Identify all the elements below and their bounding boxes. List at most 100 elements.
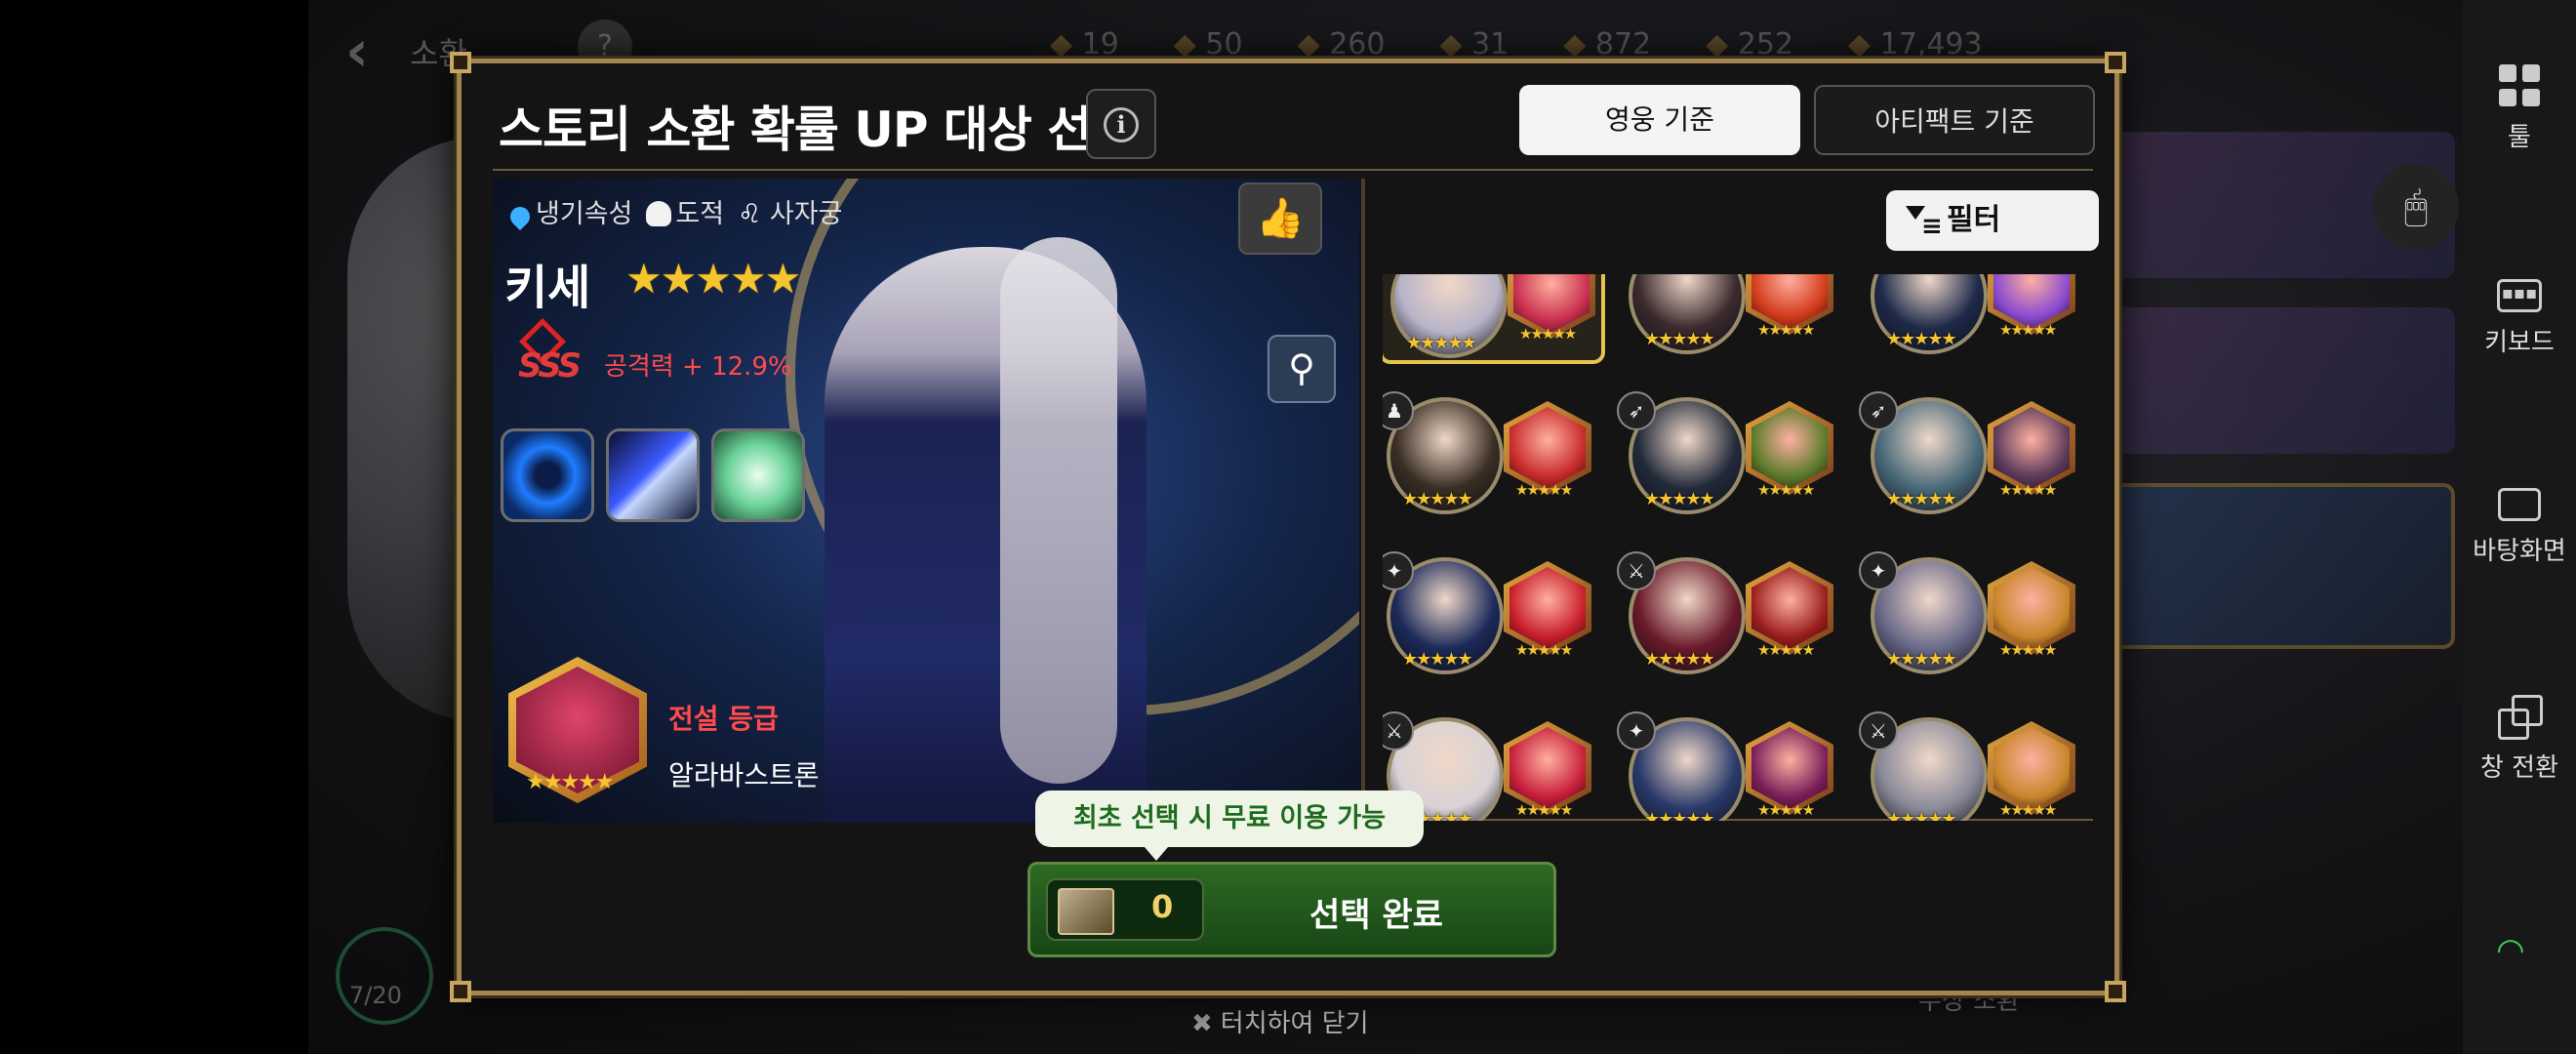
currency-value: 872 <box>1563 27 1651 61</box>
skill-2-icon[interactable] <box>606 428 700 522</box>
attribute-label: 냉기속성 <box>536 199 633 229</box>
skill-list <box>501 428 805 522</box>
leo-icon: ♌ <box>738 199 762 229</box>
hero-cell[interactable]: ⚔★★★★★★★★★★ <box>1621 274 1847 364</box>
confirm-selection-button[interactable]: 0 선택 완료 <box>1027 862 1556 957</box>
currency-value: 252 <box>1706 27 1793 61</box>
hero-cell[interactable]: ⚔ ★★★★★ ★★★★★ <box>1617 551 1847 684</box>
panel-divider <box>1361 179 1365 823</box>
hero-stars: ★★★★★ <box>1402 649 1473 669</box>
currency-value: 19 <box>1050 27 1119 61</box>
water-drop-icon <box>505 202 535 231</box>
book-icon <box>1058 888 1114 935</box>
class-icon: ✦ <box>1859 551 1898 590</box>
frame-corner <box>450 52 471 73</box>
hero-stars: ★★★★★ <box>1644 329 1715 349</box>
filter-button[interactable]: 필터 <box>1886 190 2099 257</box>
zoom-button[interactable]: ⚲ <box>1268 335 1336 403</box>
artifact-stars: ★★★★★ <box>1999 801 2057 819</box>
filter-icon <box>1906 196 1943 257</box>
divider <box>493 169 2093 171</box>
back-arrow-icon[interactable]: ‹ <box>345 18 369 84</box>
sidebar-item-desktop[interactable]: 바탕화면 <box>2463 488 2576 567</box>
class-icon: ✦ <box>1617 711 1656 750</box>
artifact-stars: ★★★★★ <box>1757 321 1815 339</box>
hero-stars: ★★★★★ <box>1886 809 1957 821</box>
window-switch-icon <box>2498 695 2543 740</box>
artifact-stars: ★★★★★ <box>1757 481 1815 499</box>
stat-bonus: 공격력 + 12.9% <box>604 352 792 382</box>
hero-stars: ★★★★★ <box>1402 489 1473 509</box>
hero-selection-grid: ♟★★★★★★★★★★⚔★★★★★★★★★★➶★★★★★★★★★★♟★★★★★★… <box>1383 274 2105 821</box>
skill-1-icon[interactable] <box>501 428 594 522</box>
hero-attributes: 냉기속성 도적 ♌ 사자궁 <box>505 192 842 231</box>
hero-stars: ★★★★★ <box>1644 649 1715 669</box>
thumbs-up-icon: 👍 <box>1256 196 1305 241</box>
background-banner <box>2104 307 2455 454</box>
attribute-zodiac: ♌ 사자궁 <box>738 192 842 230</box>
modal-title: 스토리 소환 확률 UP 대상 선택 <box>499 101 1136 158</box>
hero-showcase: 냉기속성 도적 ♌ 사자궁 키세 ★★★★★ SSS 공격력 + 12.9% ⚲… <box>493 179 1359 823</box>
hero-cell[interactable]: ♟ ★★★★★ ★★★★★ <box>1383 391 1605 524</box>
close-hint[interactable]: ✖ 터치하여 닫기 <box>1191 1003 1369 1039</box>
artifact-stars: ★★★★★ <box>1999 321 2057 339</box>
free-selection-tooltip: 최초 선택 시 무료 이용 가능 <box>1035 790 1424 861</box>
artifact-stars: ★★★★★ <box>1757 801 1815 819</box>
ticket-count: 0 <box>1151 888 1174 925</box>
frame-corner <box>2105 52 2126 73</box>
hero-cell[interactable]: ✦ ★★★★★ ★★★★★ <box>1617 711 1847 821</box>
mouse-mode-button[interactable]: 🖱 <box>2373 164 2459 250</box>
summon-counter-badge: 7/20 <box>336 927 433 1025</box>
mouse-icon: 🖱 <box>2404 184 2428 229</box>
hero-cell[interactable]: ⚔ ★★★★★ ★★★★★ <box>1859 711 2089 821</box>
hero-stars: ★★★★★ <box>1886 329 1957 349</box>
hero-name: 키세 <box>504 261 591 315</box>
wifi-icon: ◠ <box>2496 931 2525 970</box>
sidebar-item-label: 바탕화면 <box>2473 537 2566 566</box>
sidebar-item-window-switch[interactable]: 창 전환 <box>2463 695 2576 784</box>
artifact-stars: ★★★★★ <box>1515 641 1573 659</box>
hero-stars: ★★★★★ <box>1886 489 1957 509</box>
artifact-stars: ★★★★★ <box>1519 325 1577 343</box>
sidebar-item-keyboard[interactable]: ▪▪▪ 키보드 <box>2463 279 2576 358</box>
attribute-element: 냉기속성 <box>505 192 633 231</box>
attribute-label: 사자궁 <box>769 199 843 229</box>
info-button[interactable]: i <box>1086 89 1156 159</box>
hero-stars: ★★★★★ <box>1886 649 1957 669</box>
confirm-label: 선택 완료 <box>1309 896 1443 935</box>
class-icon: ➶ <box>1617 391 1656 430</box>
tab-artifact[interactable]: 아티팩트 기준 <box>1814 85 2095 155</box>
frame-corner <box>2105 981 2126 1002</box>
sidebar-item-label: 키보드 <box>2484 328 2555 357</box>
sidebar-item-label: 창 전환 <box>2479 753 2559 783</box>
class-icon: ⚔ <box>1617 551 1656 590</box>
filter-label: 필터 <box>1947 203 2001 237</box>
sidebar-item-tools[interactable]: 툴 <box>2463 64 2576 153</box>
artifact-stars: ★★★★★ <box>1757 641 1815 659</box>
artifact-name: 알라바스트론 <box>668 759 820 791</box>
tab-hero[interactable]: 영웅 기준 <box>1519 85 1800 155</box>
artifact-badge[interactable]: ★★★★★ <box>508 657 647 803</box>
background-banner-selected <box>2104 483 2455 649</box>
class-icon: ⚔ <box>1859 711 1898 750</box>
artifact-stars: ★★★★★ <box>526 770 615 794</box>
hero-cell[interactable]: ✦ ★★★★★ ★★★★★ <box>1383 551 1605 684</box>
skill-3-icon[interactable] <box>711 428 805 522</box>
hero-cell[interactable]: ✦ ★★★★★ ★★★★★ <box>1859 551 2089 684</box>
like-button[interactable]: 👍 <box>1238 182 1322 255</box>
artifact-stars: ★★★★★ <box>1999 481 2057 499</box>
grade-label: SSS <box>518 346 582 385</box>
currency-value: 50 <box>1174 27 1242 61</box>
currency-value: 17,493 <box>1848 27 1983 61</box>
hero-cell[interactable]: ➶★★★★★★★★★★ <box>1863 274 2089 364</box>
hero-hair-illustration <box>1000 237 1117 784</box>
currency-value: 31 <box>1439 27 1509 61</box>
thief-icon <box>646 201 672 226</box>
hero-cell[interactable]: ➶★★★★★★★★★★ <box>1617 391 1847 524</box>
ticket-counter: 0 <box>1046 878 1204 941</box>
hero-cell[interactable]: ➶★★★★★★★★★★ <box>1859 391 2089 524</box>
keyboard-icon: ▪▪▪ <box>2497 279 2542 312</box>
desktop-icon <box>2498 488 2541 521</box>
hero-cell-selected[interactable]: ♟★★★★★★★★★★ <box>1383 274 1605 364</box>
hero-stars: ★★★★★ <box>625 255 801 303</box>
